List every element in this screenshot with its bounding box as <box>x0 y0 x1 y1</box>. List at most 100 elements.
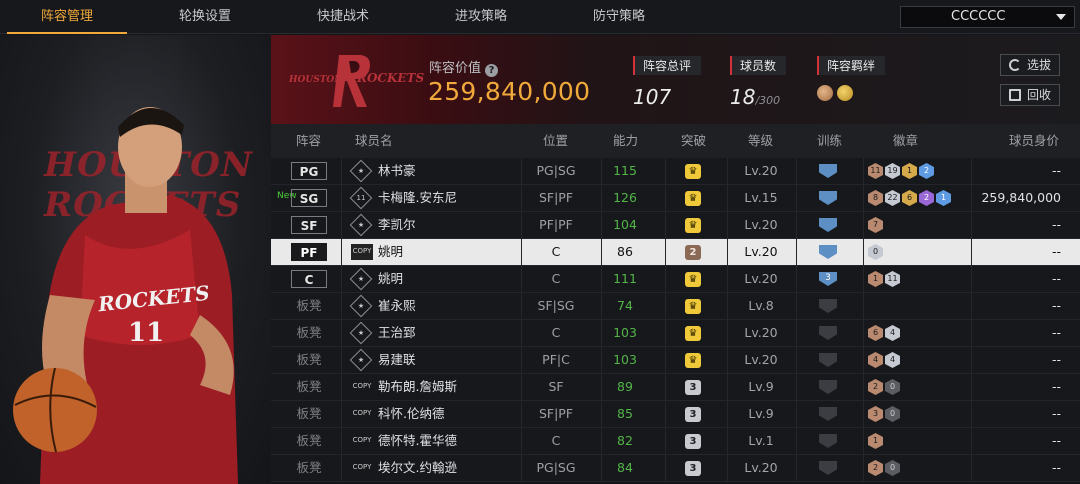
badge-list[interactable]: 30 <box>868 406 900 422</box>
breakthrough-icon[interactable]: ♛ <box>685 299 701 314</box>
player-name[interactable]: 崔永熙 <box>378 293 416 319</box>
badge-list[interactable]: 1 11 <box>868 271 900 287</box>
table-row[interactable]: 板凳 COPY 德怀特.霍华德 C 82 3 Lv.1 1 -- <box>271 428 1080 455</box>
training-icon[interactable] <box>819 434 837 448</box>
table-row[interactable]: 板凳 COPY 勒布朗.詹姆斯 SF 89 3 Lv.9 2 0 -- <box>271 374 1080 401</box>
training-icon[interactable] <box>819 191 837 205</box>
training-icon[interactable] <box>819 218 837 232</box>
breakthrough-icon[interactable]: 2 <box>685 245 701 260</box>
col-level[interactable]: 等级 <box>748 124 773 158</box>
slot-label[interactable]: 板凳 <box>291 401 327 427</box>
training-icon[interactable] <box>819 299 837 313</box>
slot-label[interactable]: SG <box>291 189 327 207</box>
breakthrough-icon[interactable]: ♛ <box>685 164 701 179</box>
player-level: Lv.9 <box>748 379 774 394</box>
slot-label[interactable]: C <box>291 270 327 288</box>
player-name[interactable]: 科怀.伦纳德 <box>378 401 444 427</box>
lineup-header: HOUSTON ROCKETS 阵容价值? 259,840,000 阵容总评 1… <box>271 35 1080 124</box>
col-badges[interactable]: 徽章 <box>893 124 918 158</box>
team-select[interactable]: CCCCCC <box>900 6 1075 28</box>
help-icon[interactable]: ? <box>485 64 499 77</box>
col-slot[interactable]: 阵容 <box>296 124 321 158</box>
player-ability: 85 <box>617 406 633 421</box>
training-icon[interactable] <box>819 407 837 421</box>
breakthrough-icon[interactable]: ♛ <box>685 353 701 368</box>
col-position[interactable]: 位置 <box>543 124 568 158</box>
col-breakthrough[interactable]: 突破 <box>681 124 706 158</box>
badge-list[interactable]: 8 22 6 2 1 <box>868 190 951 206</box>
tab-quick-tactics[interactable]: 快捷战术 <box>283 0 403 34</box>
tab-rotation-settings[interactable]: 轮换设置 <box>145 0 265 34</box>
player-count: 球员数 18/300 <box>730 55 787 109</box>
table-row[interactable]: New SG 11 卡梅隆.安东尼 SF|PF 126 ♛ Lv.15 8 22 6 2 1 259,84… <box>271 185 1080 212</box>
select-button[interactable]: 选拔 <box>1000 54 1060 76</box>
table-row[interactable]: 板凳 ★ 王治郅 C 103 ♛ Lv.20 6 4 -- <box>271 320 1080 347</box>
table-row[interactable]: SF ★ 李凯尔 PF|PF 104 ♛ Lv.20 7 -- <box>271 212 1080 239</box>
badge-list[interactable]: 20 <box>868 460 900 476</box>
training-icon[interactable]: 3 <box>819 272 837 286</box>
badge-list[interactable]: 0 <box>868 244 883 260</box>
badge-list[interactable]: 20 <box>868 379 900 395</box>
copy-card-icon: COPY <box>352 436 372 444</box>
tab-offense-strategy[interactable]: 进攻策略 <box>421 0 541 34</box>
col-ability[interactable]: 能力 <box>613 124 638 158</box>
col-name[interactable]: 球员名 <box>355 124 393 158</box>
training-icon[interactable] <box>819 353 837 367</box>
table-row[interactable]: 板凳 ★ 崔永熙 SF|SG 74 ♛ Lv.8 -- <box>271 293 1080 320</box>
slot-label[interactable]: 板凳 <box>291 455 327 481</box>
table-row[interactable]: 板凳 COPY 科怀.伦纳德 SF|PF 85 3 Lv.9 3 0 -- <box>271 401 1080 428</box>
training-icon[interactable] <box>819 245 837 259</box>
table-row[interactable]: 板凳 ★ 易建联 PF|C 103 ♛ Lv.20 4 4 -- <box>271 347 1080 374</box>
player-name[interactable]: 易建联 <box>378 347 416 373</box>
training-icon[interactable] <box>819 380 837 394</box>
breakthrough-icon[interactable]: 3 <box>685 461 701 476</box>
player-name[interactable]: 姚明 <box>378 239 403 265</box>
breakthrough-icon[interactable]: 3 <box>685 380 701 395</box>
breakthrough-icon[interactable]: ♛ <box>685 191 701 206</box>
badge-list[interactable]: 44 <box>868 352 900 368</box>
tab-defense-strategy[interactable]: 防守策略 <box>559 0 679 34</box>
breakthrough-icon[interactable]: ♛ <box>685 272 701 287</box>
player-name[interactable]: 卡梅隆.安东尼 <box>378 185 457 211</box>
tab-lineup-management[interactable]: 阵容管理 <box>7 0 127 34</box>
col-training[interactable]: 训练 <box>817 124 842 158</box>
slot-label[interactable]: 板凳 <box>291 347 327 373</box>
col-worth[interactable]: 球员身价 <box>1009 124 1059 158</box>
player-name[interactable]: 王治郅 <box>378 320 416 346</box>
training-icon[interactable] <box>819 461 837 475</box>
slot-label[interactable]: PG <box>291 162 327 180</box>
breakthrough-icon[interactable]: ♛ <box>685 218 701 233</box>
breakthrough-icon[interactable]: ♛ <box>685 326 701 341</box>
badge-list[interactable]: 11 19 1 2 <box>868 163 934 179</box>
slot-label[interactable]: SF <box>291 216 327 234</box>
player-name[interactable]: 埃尔文.约翰逊 <box>378 455 457 481</box>
player-name[interactable]: 德怀特.霍华德 <box>378 428 457 454</box>
player-name[interactable]: 林书豪 <box>378 158 416 184</box>
table-row[interactable]: 板凳 COPY 埃尔文.约翰逊 PG|SG 84 3 Lv.20 2 0 -- <box>271 455 1080 482</box>
badge-list[interactable]: 1 <box>868 433 883 449</box>
table-row[interactable]: PG ★ 林书豪 PG|SG 115 ♛ Lv.20 11 19 1 2 -- <box>271 158 1080 185</box>
badge-list[interactable]: 7 <box>868 217 883 233</box>
slot-label[interactable]: 板凳 <box>291 428 327 454</box>
badge-icon: 22 <box>885 190 900 206</box>
player-card-icon: ★ <box>349 321 373 345</box>
badge-list[interactable]: 64 <box>868 325 900 341</box>
svg-text:11: 11 <box>128 318 164 348</box>
player-name[interactable]: 姚明 <box>378 266 403 292</box>
badge-icon: 4 <box>885 325 900 341</box>
recycle-button[interactable]: 回收 <box>1000 84 1060 106</box>
bond-icons[interactable] <box>817 85 885 101</box>
slot-label[interactable]: 板凳 <box>291 374 327 400</box>
slot-label[interactable]: PF <box>291 243 327 261</box>
training-icon[interactable] <box>819 326 837 340</box>
breakthrough-icon[interactable]: 3 <box>685 407 701 422</box>
table-row[interactable]: C ★ 姚明 C 111 ♛ Lv.20 3 1 11 -- <box>271 266 1080 293</box>
slot-label[interactable]: 板凳 <box>291 293 327 319</box>
training-icon[interactable] <box>819 164 837 178</box>
player-name[interactable]: 勒布朗.詹姆斯 <box>378 374 457 400</box>
table-row[interactable]: PF COPY 姚明 C 86 2 Lv.20 0 -- <box>271 239 1080 266</box>
player-level: Lv.20 <box>744 325 778 340</box>
player-name[interactable]: 李凯尔 <box>378 212 416 238</box>
slot-label[interactable]: 板凳 <box>291 320 327 346</box>
breakthrough-icon[interactable]: 3 <box>685 434 701 449</box>
